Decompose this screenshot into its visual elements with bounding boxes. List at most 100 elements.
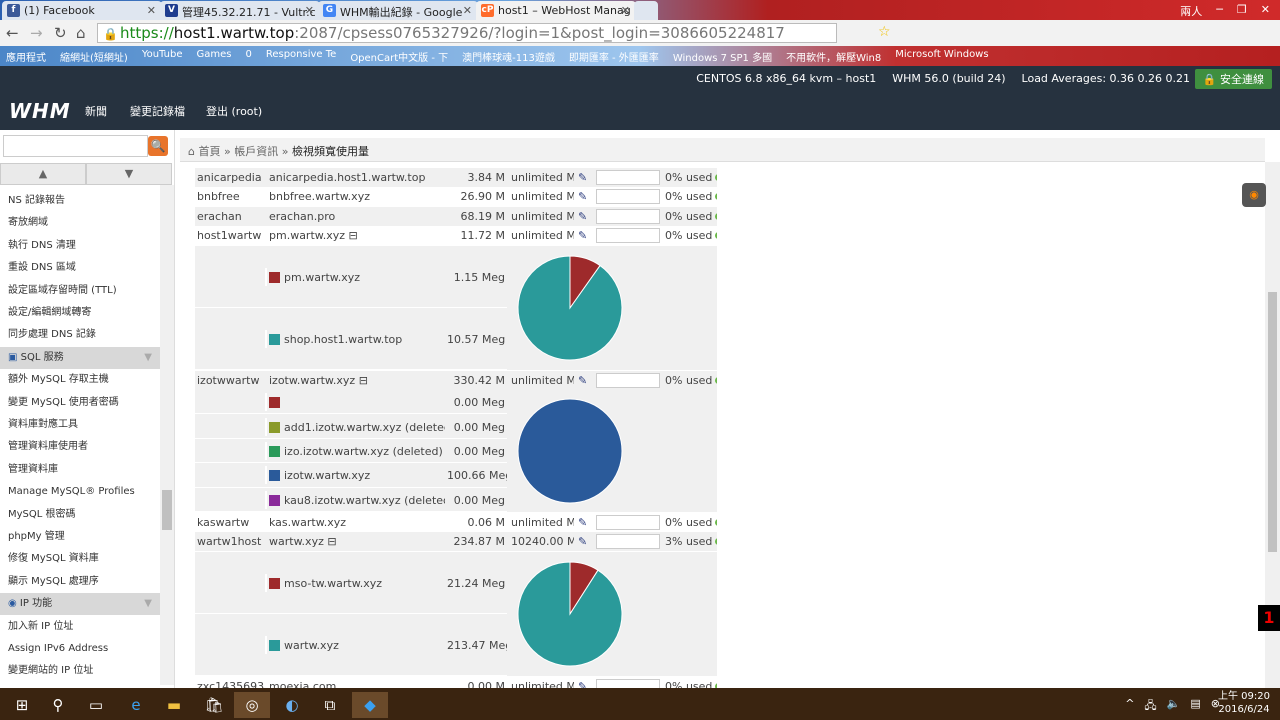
close-tab-icon[interactable]: ✕ [621, 4, 630, 17]
account-domain[interactable]: erachan.pro [267, 207, 443, 226]
sidebar-item[interactable]: MySQL 根密碼 [0, 504, 160, 526]
sidebar-item[interactable]: 重設 DNS 區域 [0, 257, 160, 279]
bookmark-item[interactable]: 澳門棒球魂-113遊戲 [462, 49, 555, 64]
notification-icon[interactable]: ▤ [1190, 697, 1200, 716]
bookmark-item[interactable]: OpenCart中文版 - 下 [350, 49, 448, 64]
browser-tab[interactable]: G WHM輸出紀錄 - Google ✕ [318, 1, 478, 20]
account-domain[interactable]: pm.wartw.xyz ⊟ [267, 226, 443, 245]
chevron-up-icon[interactable]: ^ [1125, 697, 1134, 716]
sidebar-search-input[interactable] [3, 135, 148, 157]
sidebar-item[interactable]: NS 記錄報告 [0, 190, 160, 212]
account-domain[interactable]: kas.wartw.xyz [267, 513, 443, 532]
sidebar-item[interactable]: Manage MySQL® Profiles [0, 481, 160, 503]
nav-news[interactable]: 新聞 [85, 103, 107, 119]
sidebar-item[interactable]: 設定/編輯網域轉寄 [0, 302, 160, 324]
browser-tab[interactable]: V 管理45.32.21.71 - Vultr.c ✕ [160, 1, 320, 20]
breadcrumb-account-info[interactable]: 帳戶資訊 [234, 145, 278, 158]
bookmark-item[interactable]: Responsive Te [266, 49, 336, 63]
sidebar-item[interactable]: 資料庫對應工具 [0, 414, 160, 436]
collapse-up-button[interactable]: ▲ [0, 163, 86, 185]
account-domain[interactable]: anicarpedia.host1.wartw.top [267, 168, 443, 187]
notification-badge[interactable]: 1 [1258, 605, 1280, 631]
account-domain[interactable]: izotw.wartw.xyz ⊟ [267, 371, 443, 390]
chevron-down-icon[interactable]: ▼ [144, 347, 152, 369]
volume-icon[interactable]: 🔈 [1167, 697, 1181, 716]
sidebar-item[interactable]: 管理資料庫使用者 [0, 436, 160, 458]
edit-limit-icon[interactable]: ✎ [576, 371, 592, 390]
bookmark-item[interactable]: Microsoft Windows [895, 49, 988, 63]
whm-logo[interactable]: WHM [9, 99, 71, 123]
secure-connection-button[interactable]: 🔒 安全連線 [1194, 69, 1272, 89]
clock[interactable]: 上午 09:20 2016/6/24 [1218, 690, 1270, 716]
forward-icon[interactable]: → [30, 24, 43, 42]
home-icon[interactable]: ⌂ [76, 24, 86, 42]
sidebar-item[interactable]: 同步處理 DNS 記錄 [0, 324, 160, 346]
close-window-icon[interactable]: ✕ [1261, 3, 1270, 17]
nav-logout[interactable]: 登出 (root) [206, 103, 262, 119]
limit-input[interactable] [596, 228, 660, 244]
bookmark-item[interactable]: Games [196, 49, 231, 63]
windows-start-icon[interactable]: ⊞ [4, 692, 40, 718]
edit-limit-icon[interactable]: ✎ [576, 168, 592, 187]
network-icon[interactable]: 🖧 [1144, 697, 1156, 716]
sidebar-section-header[interactable]: ▣ SQL 服務 ▼ [0, 346, 160, 369]
bookmark-item[interactable]: Windows 7 SP1 多國 [673, 49, 772, 64]
limit-input[interactable] [596, 170, 660, 185]
sidebar-scrollbar[interactable] [160, 185, 174, 685]
account-domain[interactable]: bnbfree.wartw.xyz [267, 187, 443, 206]
account-domain[interactable]: moexia.com [267, 677, 443, 688]
close-tab-icon[interactable]: ✕ [305, 4, 314, 17]
sidebar-item[interactable]: 加入新 IP 位址 [0, 616, 160, 638]
task-view-icon[interactable]: ▭ [78, 692, 114, 718]
account-domain[interactable]: wartw.xyz ⊟ [267, 532, 443, 551]
sidebar-item[interactable]: phpMy 管理 [0, 526, 160, 548]
help-lifebuoy-icon[interactable]: ◉ [1242, 183, 1266, 207]
sidebar-item[interactable]: 額外 MySQL 存取主機 [0, 369, 160, 391]
edit-limit-icon[interactable]: ✎ [576, 187, 592, 206]
edit-limit-icon[interactable]: ✎ [576, 677, 592, 688]
url-bar[interactable]: 🔒 https://host1.wartw.top:2087/cpsess0765… [97, 23, 837, 43]
close-tab-icon[interactable]: ✕ [463, 4, 472, 17]
sidebar-item[interactable]: 設定區域存留時間 (TTL) [0, 280, 160, 302]
file-explorer-icon[interactable]: ▬ [156, 692, 192, 718]
limit-input[interactable] [596, 189, 660, 205]
chevron-down-icon[interactable]: ▼ [144, 593, 152, 615]
maximize-icon[interactable]: ❐ [1237, 3, 1247, 17]
new-tab-button[interactable] [634, 1, 658, 20]
back-icon[interactable]: ← [6, 24, 19, 42]
browser-tab[interactable]: cP host1 – WebHost Manag ✕ [476, 1, 636, 20]
limit-input[interactable] [596, 515, 660, 530]
edit-limit-icon[interactable]: ✎ [576, 207, 592, 226]
sidebar-item[interactable]: 修復 MySQL 資料庫 [0, 548, 160, 570]
sidebar-scroll-thumb[interactable] [162, 490, 172, 530]
bookmark-star-icon[interactable]: ☆ [878, 24, 891, 40]
app-icon[interactable]: ◐ [274, 692, 310, 718]
minimize-icon[interactable]: ─ [1216, 3, 1223, 17]
sidebar-item[interactable]: 顯示 MySQL 處理序 [0, 571, 160, 593]
edit-limit-icon[interactable]: ✎ [576, 513, 592, 532]
reload-icon[interactable]: ↻ [54, 24, 67, 42]
limit-input[interactable] [596, 678, 660, 688]
sidebar-item[interactable]: 寄放網域 [0, 212, 160, 234]
bookmark-item[interactable]: 不用軟件，解壓Win8 [786, 49, 881, 64]
browser-tab[interactable]: f (1) Facebook ✕ [2, 1, 162, 20]
sidebar-item[interactable]: 管理資料庫 [0, 459, 160, 481]
store-icon[interactable]: 🛍 [196, 692, 232, 718]
bookmark-item[interactable]: 0 [245, 49, 251, 63]
limit-input[interactable] [596, 372, 660, 388]
nav-changelog[interactable]: 變更記錄檔 [130, 103, 185, 119]
bookmark-item[interactable]: 縮網址(短網址) [60, 49, 128, 64]
bookmark-item[interactable]: YouTube [142, 49, 183, 63]
edit-limit-icon[interactable]: ✎ [576, 226, 592, 245]
profile-name[interactable]: 兩人 [1180, 3, 1202, 18]
collapse-down-button[interactable]: ▼ [86, 163, 172, 185]
chrome-icon[interactable]: ◎ [234, 692, 270, 718]
sidebar-item[interactable]: 執行 DNS 清理 [0, 235, 160, 257]
search-button[interactable]: 🔍 [148, 136, 168, 156]
page-scroll-thumb[interactable] [1268, 292, 1277, 552]
app-icon[interactable]: ◆ [352, 692, 388, 718]
edge-icon[interactable]: e [118, 692, 154, 718]
bookmark-item[interactable]: 應用程式 [6, 49, 46, 64]
edit-limit-icon[interactable]: ✎ [576, 532, 592, 551]
close-tab-icon[interactable]: ✕ [147, 4, 156, 17]
